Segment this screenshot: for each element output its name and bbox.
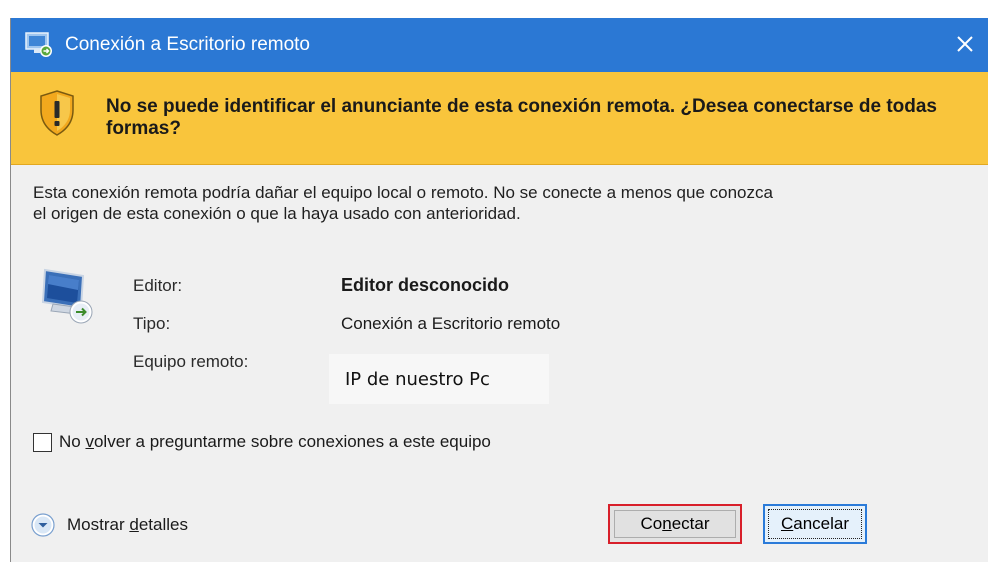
remote-desktop-icon — [25, 32, 53, 58]
connect-label: Conectar — [640, 514, 710, 533]
close-icon — [957, 36, 973, 52]
warning-message: No se puede identificar el anunciante de… — [106, 96, 937, 139]
remote-desktop-dialog: Conexión a Escritorio remoto No se puede… — [10, 18, 988, 562]
dont-ask-again-option[interactable]: No volver a preguntarme sobre conexiones… — [33, 430, 491, 454]
remote-computer-value-box: IP de nuestro Pc — [329, 354, 549, 404]
dont-ask-again-checkbox[interactable] — [33, 432, 52, 452]
connect-button[interactable]: Conectar — [608, 504, 742, 544]
description-line-1: Esta conexión remota podría dañar el equ… — [33, 183, 773, 202]
chevron-down-circle-icon[interactable] — [31, 513, 55, 537]
remote-computer-label: Equipo remoto: — [133, 352, 249, 371]
editor-value: Editor desconocido — [341, 275, 510, 295]
title-bar[interactable]: Conexión a Escritorio remoto — [11, 18, 988, 72]
show-details-toggle[interactable]: Mostrar detalles — [31, 511, 188, 539]
description-text: Esta conexión remota podría dañar el equ… — [33, 182, 963, 224]
editor-label: Editor: — [133, 276, 183, 295]
remote-computer-icon — [39, 268, 99, 326]
cancel-label: Cancelar — [780, 514, 850, 533]
type-value: Conexión a Escritorio remoto — [341, 314, 561, 333]
remote-computer-value: IP de nuestro Pc — [345, 369, 490, 390]
description-line-2: el origen de esta conexión o que la haya… — [33, 204, 521, 223]
show-details-label[interactable]: Mostrar detalles — [67, 515, 188, 535]
window-title: Conexión a Escritorio remoto — [65, 34, 310, 55]
dont-ask-again-label[interactable]: No volver a preguntarme sobre conexiones… — [59, 432, 491, 452]
cancel-button[interactable]: Cancelar — [763, 504, 867, 544]
shield-warning-icon — [39, 90, 75, 136]
type-label: Tipo: — [133, 314, 171, 333]
close-button[interactable] — [947, 26, 983, 62]
warning-banner: No se puede identificar el anunciante de… — [11, 72, 988, 165]
